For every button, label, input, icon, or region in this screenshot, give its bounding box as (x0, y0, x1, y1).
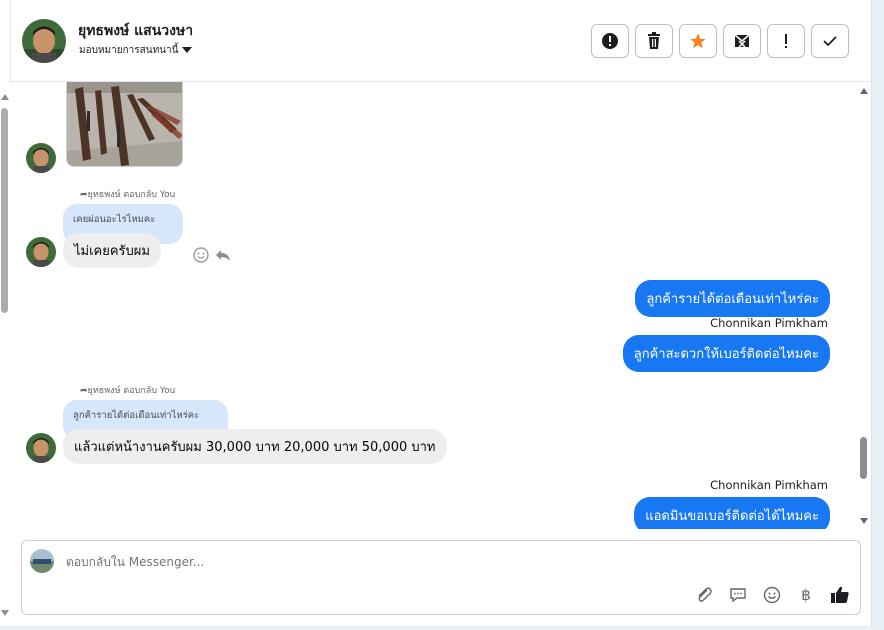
contact-avatar[interactable] (22, 19, 66, 63)
page-avatar (30, 549, 54, 573)
reply-label-text: ยุทธพงษ์ ตอบกลับ You (87, 190, 176, 200)
thumbs-up-icon[interactable] (830, 585, 850, 605)
incoming-message[interactable]: แล้วแต่หน้างานครับผม 30,000 บาท 20,000 บ… (63, 429, 447, 464)
saved-reply-icon[interactable] (728, 585, 748, 605)
reply-arrow-icon: ➦ (80, 386, 88, 396)
contact-name[interactable]: ยุทธพงษ์ แสนวงษา (78, 20, 193, 42)
conversation-header: ยุทธพงษ์ แสนวงษา มอบหมายการสนทนานี้ (10, 0, 872, 82)
incoming-message[interactable]: ไม่เคยครับผม (63, 233, 161, 268)
react-emoji-icon[interactable] (193, 247, 209, 263)
thread-scrollbar[interactable] (858, 82, 870, 529)
baht-icon[interactable]: ฿ (796, 585, 816, 605)
exclamation-icon (785, 34, 787, 48)
reply-icon[interactable] (215, 247, 231, 263)
assign-label: มอบหมายการสนทนานี้ (79, 45, 179, 56)
conversation-window: ยุทธพงษ์ แสนวงษา มอบหมายการสนทนานี้ ➦ยุท… (0, 0, 872, 626)
alert-circle-icon (602, 33, 618, 49)
done-button[interactable] (811, 24, 849, 58)
mark-unread-button[interactable] (723, 24, 761, 58)
page-scrollbar[interactable] (0, 90, 9, 620)
reply-indicator: ➦ยุทธพงษ์ ตอบกลับ You (80, 187, 175, 201)
message-photo[interactable] (66, 82, 183, 167)
outgoing-message[interactable]: แอดมินขอเบอร์ติดต่อได้ไหมคะ (634, 497, 830, 529)
scroll-thumb[interactable] (1, 108, 8, 313)
emoji-icon[interactable] (762, 585, 782, 605)
contact-avatar-small[interactable] (26, 237, 56, 267)
outgoing-message[interactable]: ลูกค้ารายได้ต่อเดือนเท่าไหร่คะ (635, 280, 830, 317)
scroll-thumb[interactable] (860, 437, 867, 479)
envelope-x-icon (734, 34, 750, 48)
message-actions (193, 247, 231, 263)
quoted-text: ลูกค้ารายได้ต่อเดือนเท่าไหร่คะ (73, 410, 200, 421)
reply-arrow-icon: ➦ (80, 190, 88, 200)
reply-label-text: ยุทธพงษ์ ตอบกลับ You (87, 386, 176, 396)
star-icon (690, 33, 706, 49)
header-actions (591, 24, 849, 58)
caret-down-icon (182, 47, 193, 53)
quoted-text: เคยผ่อนอะไรไหมคะ (73, 214, 156, 225)
scroll-up-arrow[interactable] (860, 88, 868, 94)
star-button[interactable] (679, 24, 717, 58)
reply-input[interactable] (66, 555, 666, 569)
important-button[interactable] (767, 24, 805, 58)
reply-indicator: ➦ยุทธพงษ์ ตอบกลับ You (80, 383, 175, 397)
scroll-down-arrow[interactable] (860, 518, 868, 524)
sender-name: Chonnikan Pimkham (710, 316, 828, 330)
contact-avatar-small[interactable] (26, 143, 56, 173)
paperclip-icon[interactable] (694, 585, 714, 605)
check-icon (823, 36, 837, 47)
spam-button[interactable] (591, 24, 629, 58)
composer-tools: ฿ (694, 585, 850, 605)
message-thread[interactable]: ➦ยุทธพงษ์ ตอบกลับ You เคยผ่อนอะไรไหมคะ ไ… (10, 82, 858, 529)
outgoing-message[interactable]: ลูกค้าสะดวกให้เบอร์ติดต่อไหมคะ (622, 335, 830, 372)
scroll-up-arrow[interactable] (1, 94, 9, 100)
trash-icon (648, 32, 660, 49)
sender-name: Chonnikan Pimkham (710, 478, 828, 492)
scroll-down-arrow[interactable] (1, 610, 9, 616)
message-composer: ฿ (21, 540, 861, 615)
assign-conversation-dropdown[interactable]: มอบหมายการสนทนานี้ (79, 43, 193, 58)
contact-avatar-small[interactable] (26, 433, 56, 463)
delete-button[interactable] (635, 24, 673, 58)
